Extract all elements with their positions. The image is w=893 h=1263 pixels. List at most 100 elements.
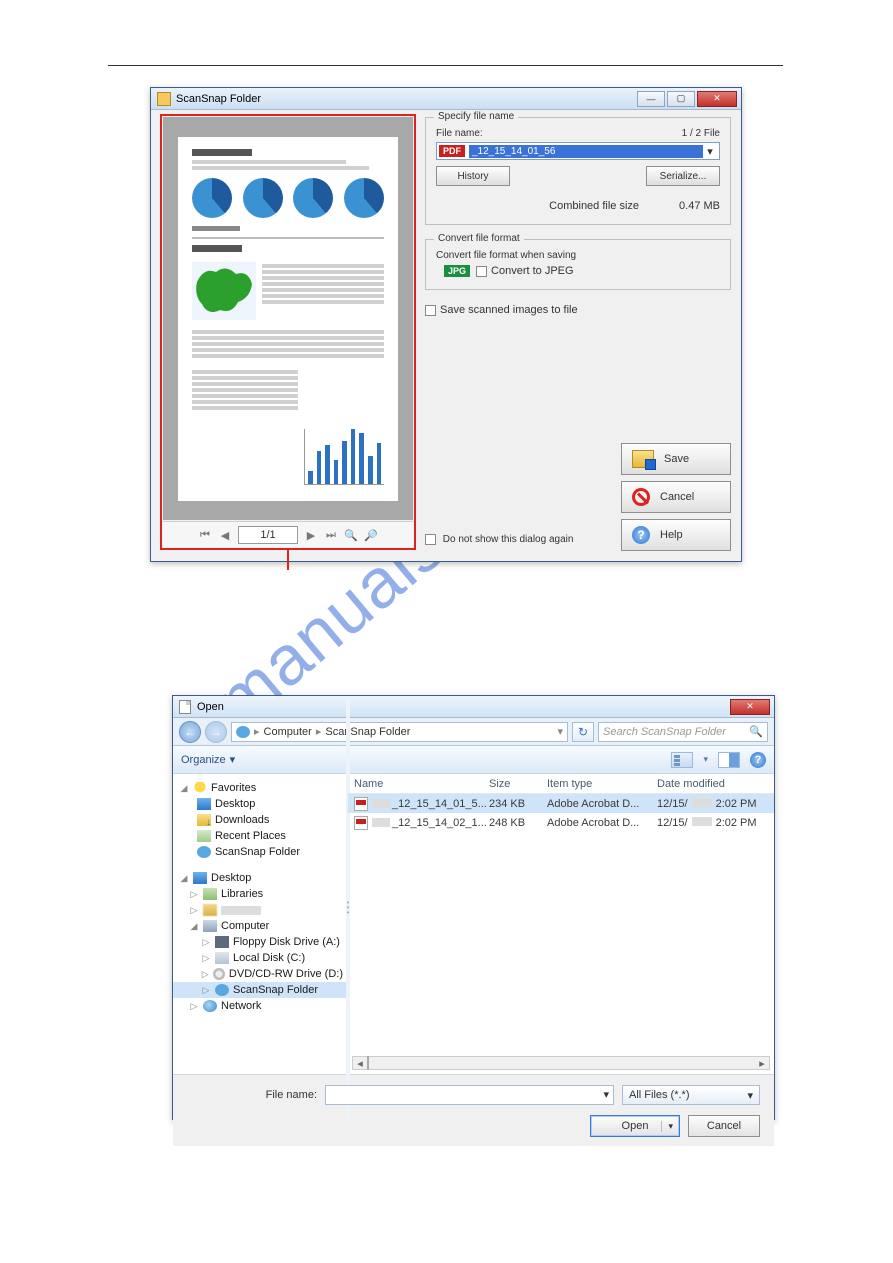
open-button[interactable]: Open [590, 1115, 680, 1137]
save-scanned-label: Save scanned images to file [440, 304, 578, 316]
file-type: Adobe Acrobat D... [547, 817, 657, 829]
organize-button[interactable]: Organize ▾ [181, 753, 235, 766]
file-row[interactable]: _12_15_14_01_5... 234 KB Adobe Acrobat D… [348, 794, 774, 813]
first-page-button[interactable]: ⏮ [198, 528, 212, 542]
pie-icon [293, 178, 333, 218]
col-name[interactable]: Name [354, 778, 489, 790]
maximize-button[interactable]: ▢ [667, 91, 695, 107]
help-icon[interactable]: ? [750, 752, 766, 768]
file-name-input[interactable]: ▾ [325, 1085, 614, 1105]
page-indicator-field[interactable]: 1/1 [238, 526, 298, 544]
back-button[interactable]: ← [179, 721, 201, 743]
save-scanned-checkbox[interactable] [425, 305, 436, 316]
file-row[interactable]: _12_15_14_02_1... 248 KB Adobe Acrobat D… [348, 813, 774, 832]
views-button[interactable] [671, 752, 693, 768]
tree-desktop-fav[interactable]: Desktop [215, 798, 255, 810]
column-headers[interactable]: Name Size Item type Date modified [348, 774, 774, 794]
zoom-in-icon[interactable]: 🔍 [344, 528, 358, 542]
expand-icon[interactable]: ▷ [189, 1001, 199, 1012]
do-not-show-checkbox[interactable] [425, 534, 436, 545]
convert-jpeg-checkbox[interactable] [476, 266, 487, 277]
search-input[interactable]: Search ScanSnap Folder 🔍 [598, 722, 768, 742]
chevron-down-icon[interactable]: ▾ [557, 725, 563, 738]
file-name-combobox[interactable]: PDF _12_15_14_01_56 ▾ [436, 142, 720, 160]
file-name-label: File name: [187, 1089, 317, 1101]
titlebar[interactable]: ScanSnap Folder — ▢ ✕ [151, 88, 741, 110]
titlebar[interactable]: Open ✕ [173, 696, 774, 718]
forward-button[interactable]: → [205, 721, 227, 743]
refresh-button[interactable]: ↻ [572, 722, 594, 742]
file-type-filter[interactable]: All Files (*.*) ▾ [622, 1085, 760, 1105]
open-dialog-window: Open ✕ ← → ▸ Computer ▸ ScanSnap Folder … [172, 695, 775, 1120]
preview-pane-button[interactable] [718, 752, 740, 768]
tree-computer[interactable]: Computer [221, 920, 269, 932]
crumb-scansnap-folder[interactable]: ScanSnap Folder [325, 726, 410, 738]
col-type[interactable]: Item type [547, 778, 657, 790]
tree-recent[interactable]: Recent Places [215, 830, 286, 842]
horizontal-scrollbar[interactable]: ◂ ▸ [352, 1056, 770, 1070]
scansnap-icon [236, 726, 250, 738]
scrollbar-thumb[interactable] [367, 1056, 369, 1070]
tree-floppy[interactable]: Floppy Disk Drive (A:) [233, 936, 340, 948]
serialize-button[interactable]: Serialize... [646, 166, 720, 186]
save-button[interactable]: Save [621, 443, 731, 475]
computer-icon [203, 920, 217, 932]
tree-blurred[interactable] [221, 906, 261, 915]
tree-libraries[interactable]: Libraries [221, 888, 263, 900]
window-title: Open [197, 701, 730, 713]
help-button[interactable]: ? Help [621, 519, 731, 551]
collapse-icon[interactable]: ◢ [179, 873, 189, 884]
desktop-icon [197, 798, 211, 810]
chevron-down-icon[interactable]: ▾ [603, 1088, 609, 1101]
downloads-icon [197, 814, 211, 826]
last-page-button[interactable]: ⏭ [324, 528, 338, 542]
cancel-button[interactable]: Cancel [688, 1115, 760, 1137]
expand-icon[interactable]: ▷ [189, 905, 199, 916]
tree-localdisk[interactable]: Local Disk (C:) [233, 952, 305, 964]
expand-icon[interactable]: ▷ [189, 889, 199, 900]
recent-icon [197, 830, 211, 842]
close-button[interactable]: ✕ [730, 699, 770, 715]
chevron-down-icon[interactable]: ▾ [703, 754, 708, 765]
floppy-icon [215, 936, 229, 948]
pie-icon [243, 178, 283, 218]
tree-network[interactable]: Network [221, 1000, 261, 1012]
minimize-button[interactable]: — [637, 91, 665, 107]
dvd-icon [213, 968, 225, 980]
tree-favorites[interactable]: Favorites [211, 782, 256, 794]
libraries-icon [203, 888, 217, 900]
zoom-out-icon[interactable]: 🔎 [364, 528, 378, 542]
next-page-button[interactable]: ▶ [304, 528, 318, 542]
tree-scansnap[interactable]: ScanSnap Folder [215, 846, 300, 858]
prev-page-button[interactable]: ◀ [218, 528, 232, 542]
page-rule [108, 65, 783, 66]
tree-desktop[interactable]: Desktop [211, 872, 251, 884]
tree-dvd[interactable]: DVD/CD-RW Drive (D:) [229, 968, 343, 980]
collapse-icon[interactable]: ◢ [179, 783, 189, 794]
scroll-right-icon[interactable]: ▸ [755, 1057, 769, 1070]
col-date[interactable]: Date modified [657, 778, 768, 790]
chevron-down-icon: ▾ [747, 1089, 753, 1102]
col-size[interactable]: Size [489, 778, 547, 790]
help-button-label: Help [660, 529, 683, 541]
expand-icon[interactable]: ▷ [201, 953, 211, 964]
dialog-body: ◢ Favorites Desktop Downloads Recent Plac… [173, 774, 774, 1074]
chevron-down-icon[interactable]: ▾ [703, 145, 717, 158]
collapse-icon[interactable]: ◢ [189, 921, 199, 932]
tree-scansnap2[interactable]: ScanSnap Folder [233, 984, 318, 996]
expand-icon[interactable]: ▷ [201, 985, 211, 996]
navigation-tree[interactable]: ◢ Favorites Desktop Downloads Recent Plac… [173, 774, 348, 1074]
close-button[interactable]: ✕ [697, 91, 737, 107]
convert-format-group: Convert file format Convert file format … [425, 239, 731, 290]
expand-icon[interactable]: ▷ [201, 937, 211, 948]
cancel-button[interactable]: Cancel [621, 481, 731, 513]
history-button[interactable]: History [436, 166, 510, 186]
breadcrumb[interactable]: ▸ Computer ▸ ScanSnap Folder ▾ [231, 722, 568, 742]
crumb-computer[interactable]: Computer [264, 726, 312, 738]
file-type: Adobe Acrobat D... [547, 798, 657, 810]
tree-downloads[interactable]: Downloads [215, 814, 269, 826]
jpg-badge-icon: JPG [444, 265, 470, 277]
combined-size-value: 0.47 MB [679, 200, 720, 212]
expand-icon[interactable]: ▷ [201, 969, 209, 980]
scroll-left-icon[interactable]: ◂ [353, 1057, 367, 1070]
